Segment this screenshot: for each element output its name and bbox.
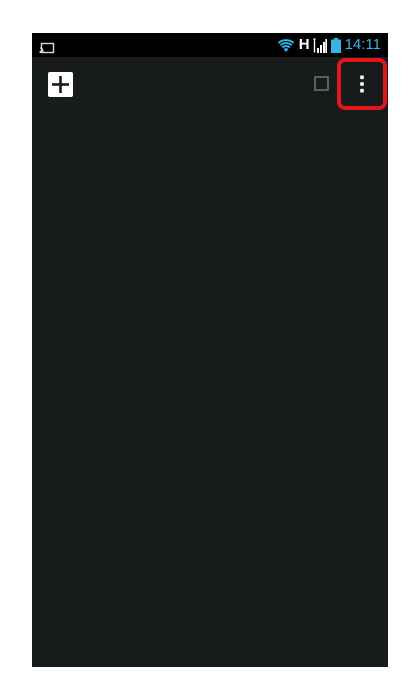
signal-strength-icon: [312, 37, 327, 53]
wifi-icon: [277, 37, 295, 53]
checkbox-icon[interactable]: [314, 76, 329, 91]
overflow-menu-button[interactable]: [346, 65, 378, 103]
screen-cast-icon: [39, 39, 55, 54]
phone-screen: H 14:11: [32, 33, 388, 667]
network-type-label: H: [298, 36, 310, 53]
toolbar: [32, 57, 388, 113]
plus-square-icon: [48, 72, 73, 97]
clock: 14:11: [344, 36, 381, 53]
status-icons: H 14:11: [277, 35, 381, 55]
status-bar: H 14:11: [32, 33, 388, 57]
add-button[interactable]: [48, 72, 73, 97]
page: H 14:11: [0, 0, 420, 700]
battery-icon: [330, 37, 341, 53]
content-area: [32, 113, 388, 667]
overflow-menu-icon: [360, 75, 364, 93]
